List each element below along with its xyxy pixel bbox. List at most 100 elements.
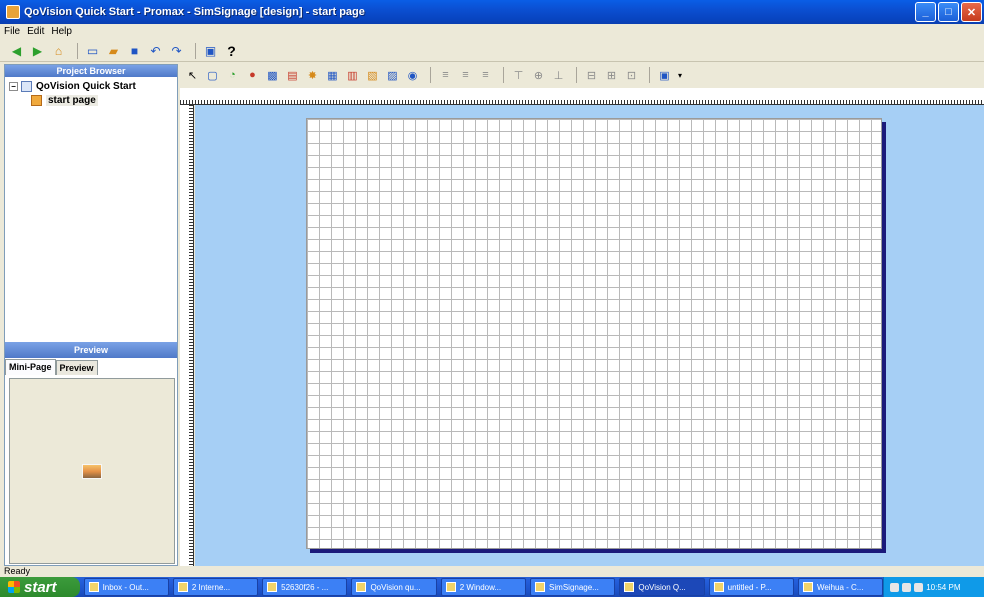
taskbar: start Inbox - Out... 2 Interne... 52630f… (0, 577, 984, 597)
taskbar-item[interactable]: untitled - P... (708, 578, 794, 596)
app-icon (356, 582, 367, 592)
color-picker-icon[interactable]: ▣ (656, 67, 673, 84)
design-canvas[interactable] (195, 105, 984, 566)
taskbar-item[interactable]: SimSignage... (530, 578, 616, 596)
undo-icon[interactable]: ↶ (147, 42, 164, 59)
maximize-button[interactable]: □ (938, 2, 959, 22)
taskbar-item[interactable]: QoVision Q... (619, 578, 705, 596)
page-thumbnail[interactable] (82, 464, 102, 479)
tab-preview[interactable]: Preview (55, 360, 98, 375)
globe-tool-icon[interactable]: ◉ (404, 67, 421, 84)
tree-item-label: start page (46, 94, 98, 106)
text-tool-icon[interactable]: ▢ (204, 67, 221, 84)
tray-icon[interactable] (890, 582, 900, 592)
start-label: start (24, 578, 57, 596)
tray-icon[interactable] (902, 582, 912, 592)
align-bottom-icon[interactable]: ⊥ (550, 67, 567, 84)
dropdown-arrow-icon[interactable]: ▾ (676, 67, 684, 84)
taskbar-item-label: SimSignage... (549, 582, 599, 592)
document-icon (267, 582, 278, 592)
menu-edit[interactable]: Edit (27, 26, 44, 37)
paint-icon (713, 582, 724, 592)
project-tree: − QoVision Quick Start start page (5, 77, 177, 109)
start-button[interactable]: start (0, 577, 80, 597)
home-icon[interactable]: ⌂ (50, 42, 67, 59)
picture-tool-icon[interactable]: ▧ (364, 67, 381, 84)
web-tool-icon[interactable]: ● (244, 67, 261, 84)
flash-tool-icon[interactable]: ▨ (384, 67, 401, 84)
ticker-tool-icon[interactable]: ▥ (344, 67, 361, 84)
tab-mini-page[interactable]: Mini-Page (5, 359, 56, 375)
tree-item-project[interactable]: − QoVision Quick Start (9, 79, 173, 93)
design-page[interactable] (306, 118, 882, 549)
align-left-icon[interactable]: ≡ (437, 67, 454, 84)
toolbar-separator (649, 67, 650, 83)
minimize-button[interactable]: _ (915, 2, 936, 22)
vertical-ruler (180, 105, 194, 566)
same-width-icon[interactable]: ⊟ (583, 67, 600, 84)
tree-item-label: QoVision Quick Start (36, 80, 136, 92)
video-tool-icon[interactable]: ▦ (324, 67, 341, 84)
chat-icon (802, 582, 813, 592)
preview-pane: Preview Mini-Page Preview (5, 342, 177, 565)
help-icon[interactable]: ? (223, 42, 240, 59)
folder-icon (445, 582, 456, 592)
menu-file[interactable]: File (4, 26, 20, 37)
taskbar-item[interactable]: 52630f26 - ... (262, 578, 348, 596)
pointer-icon[interactable]: ↖ (184, 67, 201, 84)
taskbar-item[interactable]: 2 Window... (440, 578, 527, 596)
rss-tool-icon[interactable]: ▤ (284, 67, 301, 84)
toolbar-separator (503, 67, 504, 83)
main-toolbar: ◀ ▶ ⌂ ▭ ▰ ■ ↶ ↷ ▣ ? (0, 40, 984, 62)
preview-header: Preview (5, 342, 177, 358)
taskbar-item[interactable]: QoVision qu... (351, 578, 437, 596)
back-icon[interactable]: ◀ (8, 42, 25, 59)
align-center-icon[interactable]: ≡ (457, 67, 474, 84)
archive-icon (535, 582, 546, 592)
same-size-icon[interactable]: ⊡ (623, 67, 640, 84)
align-top-icon[interactable]: ⊤ (510, 67, 527, 84)
tray-icon[interactable] (914, 582, 924, 592)
taskbar-item-label: Weihua - C... (816, 582, 864, 592)
project-icon (21, 80, 32, 92)
clock-tool-icon[interactable]: ◔ (224, 67, 241, 84)
tree-item-start-page[interactable]: start page (9, 93, 173, 107)
title-bar: QoVision Quick Start - Promax - SimSigna… (0, 0, 984, 24)
menu-help[interactable]: Help (51, 26, 72, 37)
save-icon[interactable]: ■ (126, 42, 143, 59)
taskbar-item[interactable]: 2 Interne... (172, 578, 259, 596)
redo-icon[interactable]: ↷ (168, 42, 185, 59)
clock: 10:54 PM (926, 582, 961, 592)
align-right-icon[interactable]: ≡ (477, 67, 494, 84)
open-icon[interactable]: ▰ (105, 42, 122, 59)
same-height-icon[interactable]: ⊞ (603, 67, 620, 84)
align-middle-icon[interactable]: ⊕ (530, 67, 547, 84)
monitor-icon[interactable]: ▣ (202, 42, 219, 59)
preview-tabs: Mini-Page Preview (5, 359, 177, 375)
new-icon[interactable]: ▭ (84, 42, 101, 59)
collapse-icon[interactable]: − (9, 81, 18, 91)
close-button[interactable]: ✕ (961, 2, 982, 22)
window-controls: _ □ ✕ (915, 2, 982, 22)
taskbar-item-label: 52630f26 - ... (281, 582, 329, 592)
taskbar-item-label: 2 Interne... (191, 582, 231, 592)
horizontal-ruler (180, 88, 984, 105)
forward-icon[interactable]: ▶ (29, 42, 46, 59)
menu-bar: File Edit Help (0, 24, 984, 39)
taskbar-item-label: 2 Window... (459, 582, 502, 592)
design-toolbar: ↖ ▢ ◔ ● ▩ ▤ ✸ ▦ ▥ ▧ ▨ ◉ ≡ ≡ ≡ ⊤ ⊕ ⊥ ⊟ ⊞ … (180, 64, 984, 86)
mini-page-view (9, 378, 175, 564)
page-icon (31, 94, 42, 106)
project-browser-panel: Project Browser − QoVision Quick Start s… (4, 64, 178, 566)
outlook-icon (88, 582, 99, 592)
taskbar-item[interactable]: Inbox - Out... (83, 578, 169, 596)
status-bar: Ready (4, 566, 31, 576)
taskbar-item-label: Inbox - Out... (102, 582, 149, 592)
app-icon (624, 582, 635, 592)
system-tray: 10:54 PM (883, 577, 984, 597)
taskbar-item-label: QoVision qu... (370, 582, 421, 592)
weather-tool-icon[interactable]: ✸ (304, 67, 321, 84)
image-tool-icon[interactable]: ▩ (264, 67, 281, 84)
taskbar-item[interactable]: Weihua - C... (797, 578, 884, 596)
window-title: QoVision Quick Start - Promax - SimSigna… (24, 6, 365, 18)
